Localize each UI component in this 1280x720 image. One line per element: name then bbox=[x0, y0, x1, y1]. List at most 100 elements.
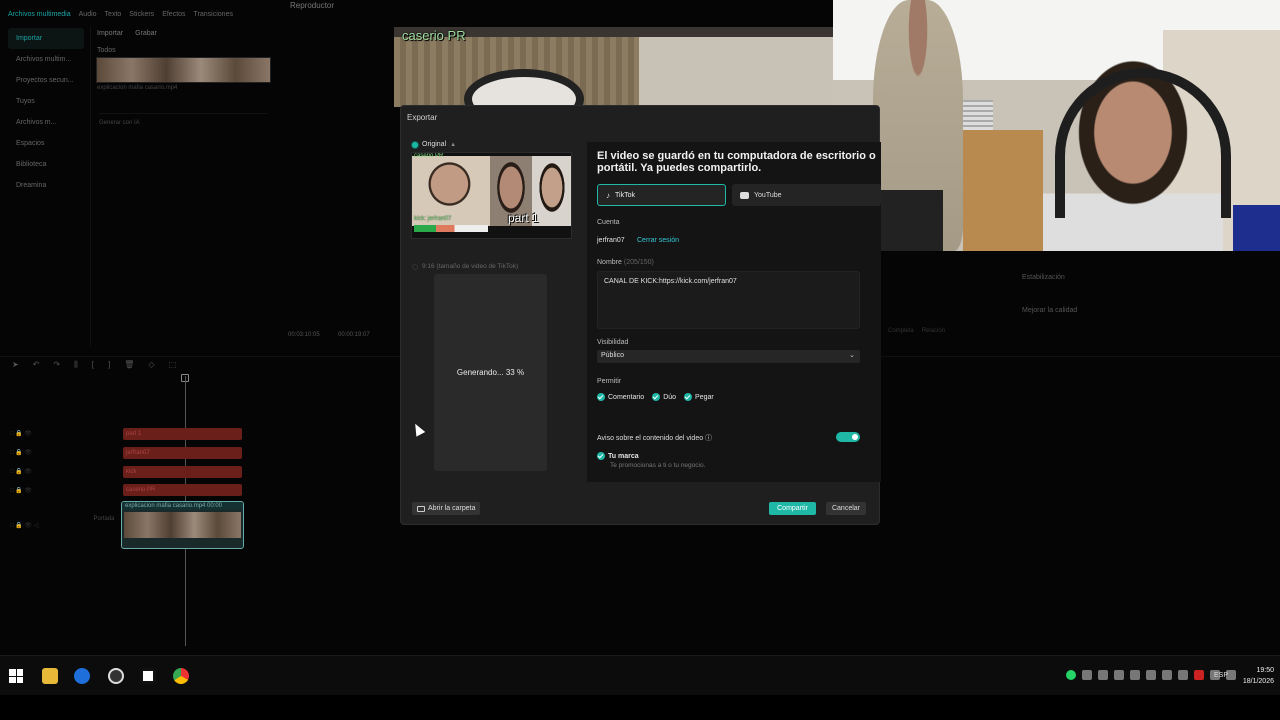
tab-effects[interactable]: Efectos bbox=[162, 11, 185, 18]
cancel-button[interactable]: Cancelar bbox=[826, 502, 866, 515]
chrome-icon[interactable] bbox=[173, 668, 189, 684]
tab-transitions[interactable]: Transiciones bbox=[194, 11, 233, 18]
radio-selected-icon[interactable] bbox=[412, 141, 418, 148]
aspect-ratio-button[interactable]: Relación bbox=[922, 328, 945, 334]
browser-icon[interactable] bbox=[74, 668, 90, 684]
text-clip[interactable]: caserio PR bbox=[123, 484, 242, 496]
undo-icon[interactable]: ↶ bbox=[33, 360, 40, 369]
share-button[interactable]: Compartir bbox=[769, 502, 816, 515]
nav-files[interactable]: Archivos m... bbox=[8, 112, 84, 133]
nav-yours[interactable]: Tuyos bbox=[8, 91, 84, 112]
cover-button[interactable]: Portada bbox=[90, 516, 118, 522]
export-dialog: Exportar Original ▲ caserio PR kick: jer… bbox=[400, 105, 881, 525]
tab-media[interactable]: Archivos multimedia bbox=[8, 11, 71, 18]
windows-start-icon[interactable] bbox=[9, 669, 23, 683]
tab-stickers[interactable]: Stickers bbox=[129, 11, 154, 18]
permit-stitch-checkbox[interactable]: Pegar bbox=[684, 393, 714, 401]
text-clip[interactable]: kick bbox=[123, 466, 242, 478]
fullscreen-button[interactable]: Completa bbox=[888, 328, 914, 334]
open-folder-label: Abrir la carpeta bbox=[428, 505, 476, 512]
media-panel: Importar Grabar Todos explicacion mafia … bbox=[90, 26, 276, 346]
stabilization-option[interactable]: Estabilización bbox=[1008, 268, 1280, 287]
obs-icon[interactable] bbox=[108, 668, 124, 684]
permit-comment-checkbox[interactable]: Comentario bbox=[597, 393, 644, 401]
chevron-down-icon: ⌄ bbox=[849, 352, 855, 359]
track-controls[interactable]: □ 🔒 👁 bbox=[10, 468, 32, 475]
tray-app-icon[interactable] bbox=[1098, 670, 1108, 680]
media-toolbar: Importar Grabar bbox=[91, 26, 276, 41]
split-icon[interactable]: ⫼ bbox=[74, 360, 78, 370]
enhance-quality-option[interactable]: Mejorar la calidad bbox=[1008, 301, 1280, 320]
record-button[interactable]: Grabar bbox=[135, 30, 157, 37]
nav-media-files[interactable]: Archivos multim... bbox=[8, 49, 84, 70]
nav-projects[interactable]: Proyectos secun... bbox=[8, 70, 84, 91]
your-brand-label: Tu marca bbox=[608, 452, 639, 460]
content-disclosure-toggle[interactable] bbox=[836, 432, 860, 442]
whatsapp-icon[interactable] bbox=[1066, 670, 1076, 680]
permit-duet-label: Dúo bbox=[663, 393, 677, 401]
text-clip[interactable]: part 1 bbox=[123, 428, 242, 440]
bottom-letterbox bbox=[0, 695, 1280, 720]
saved-message: El video se guardó en tu computadora de … bbox=[597, 150, 876, 174]
file-explorer-icon[interactable] bbox=[42, 668, 58, 684]
player-preview: caserio PR bbox=[394, 27, 834, 107]
media-caption: explicacion mafia casario.mp4 bbox=[97, 85, 178, 91]
record-icon[interactable] bbox=[1194, 670, 1204, 680]
language-indicator[interactable]: ESP bbox=[1214, 672, 1228, 679]
tab-audio[interactable]: Audio bbox=[79, 11, 97, 18]
tray-app-icon[interactable] bbox=[1082, 670, 1092, 680]
logout-link[interactable]: Cerrar sesión bbox=[637, 237, 679, 244]
redo-icon[interactable]: ↷ bbox=[53, 360, 60, 369]
trim-left-icon[interactable]: [ bbox=[92, 360, 94, 369]
battery-icon[interactable] bbox=[1162, 670, 1172, 680]
track-controls[interactable]: □ 🔒 👁 bbox=[10, 449, 32, 456]
tab-text[interactable]: Texto bbox=[105, 11, 122, 18]
text-clip[interactable]: jerfran07 bbox=[123, 447, 242, 459]
crop-icon[interactable]: ⬚ bbox=[169, 360, 177, 369]
media-thumbnail[interactable] bbox=[96, 57, 271, 83]
visibility-select[interactable]: Público ⌄ bbox=[597, 350, 860, 363]
radio-unselected-icon[interactable] bbox=[412, 263, 418, 270]
select-tool-icon[interactable]: ➤ bbox=[12, 360, 19, 369]
caret-up-icon[interactable]: ▲ bbox=[450, 142, 456, 148]
mic-icon[interactable] bbox=[1178, 670, 1188, 680]
visibility-value: Público bbox=[601, 352, 624, 359]
tab-tiktok-label: TikTok bbox=[615, 191, 635, 199]
nav-spaces[interactable]: Espacios bbox=[8, 133, 84, 154]
delete-icon[interactable]: 🗑 bbox=[124, 360, 134, 369]
trim-right-icon[interactable]: ] bbox=[108, 360, 110, 369]
name-label: Nombre (205/150) bbox=[597, 259, 654, 266]
preview-wall-right bbox=[639, 37, 834, 107]
network-icon[interactable] bbox=[1146, 670, 1156, 680]
nav-dreamina[interactable]: Dreamina bbox=[8, 175, 84, 196]
import-button[interactable]: Importar bbox=[97, 30, 123, 37]
name-count: (205/150) bbox=[623, 259, 654, 266]
name-textarea[interactable]: CANAL DE KICK:https://kick.com/jerfran07 bbox=[597, 271, 860, 329]
thumb-bar bbox=[414, 225, 488, 232]
mask-icon[interactable]: ◇ bbox=[148, 360, 154, 369]
check-icon bbox=[597, 452, 605, 460]
thumb-kick: kick: jerfran07 bbox=[414, 216, 452, 222]
original-option[interactable]: Original ▲ bbox=[412, 141, 456, 148]
tab-youtube[interactable]: YouTube bbox=[732, 184, 881, 206]
tray-app-icon[interactable] bbox=[1130, 670, 1140, 680]
media-filter-all[interactable]: Todos bbox=[91, 41, 276, 57]
track-controls[interactable]: □ 🔒 👁 bbox=[10, 430, 32, 437]
track-controls[interactable]: □ 🔒 👁 ◁ bbox=[10, 522, 38, 529]
clock[interactable]: 19:50 18/1/2026 bbox=[1234, 665, 1274, 687]
permit-comment-label: Comentario bbox=[608, 393, 645, 401]
steam-icon[interactable] bbox=[1114, 670, 1124, 680]
nav-library[interactable]: Biblioteca bbox=[8, 154, 84, 175]
tiktok-icon: ♪ bbox=[606, 190, 610, 200]
main-video-clip[interactable]: explicacion mafia casario.mp4 00:00 bbox=[121, 501, 244, 549]
track-controls[interactable]: □ 🔒 👁 bbox=[10, 487, 32, 494]
generate-ia-button[interactable]: Generar con IA bbox=[99, 113, 268, 126]
permit-duet-checkbox[interactable]: Dúo bbox=[652, 393, 676, 401]
open-folder-button[interactable]: Abrir la carpeta bbox=[412, 502, 481, 515]
tiktok-size-option[interactable]: 9:16 (tamaño de video de TikTok) bbox=[412, 263, 518, 270]
your-brand-checkbox[interactable]: Tu marca bbox=[597, 452, 639, 460]
tab-tiktok[interactable]: ♪ TikTok bbox=[597, 184, 726, 206]
capcut-icon[interactable] bbox=[140, 668, 156, 684]
nav-import[interactable]: Importar bbox=[8, 28, 84, 49]
timecode-current: 00:03:10:05 bbox=[288, 332, 320, 338]
